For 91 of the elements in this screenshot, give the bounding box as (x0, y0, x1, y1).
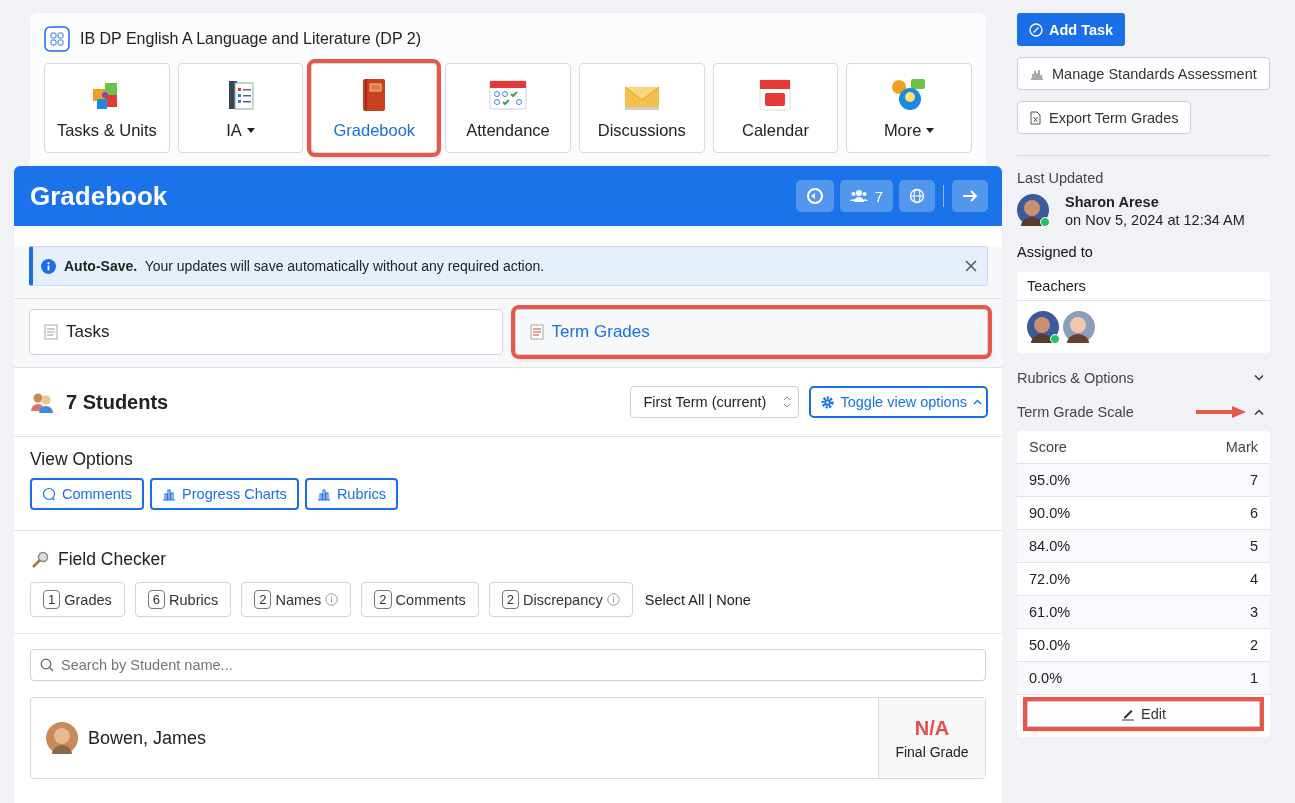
comment-icon (42, 487, 56, 501)
nav-tab[interactable]: Attendance (445, 63, 571, 153)
section-heading: Last Updated (1017, 170, 1104, 186)
pencil-icon (1121, 707, 1135, 721)
table-cell: 7 (1249, 472, 1258, 488)
document-icon (529, 324, 544, 340)
table-cell: 61.0% (1029, 604, 1071, 620)
table-cell: 6 (1249, 505, 1258, 521)
section-heading: View Options (30, 449, 134, 470)
table-cell: 5 (1249, 538, 1258, 554)
field-checker-chip[interactable]: 1 Grades (30, 582, 125, 617)
bar-chart-icon (1030, 67, 1044, 80)
edit-icon (1029, 22, 1043, 37)
table-cell: 50.0% (1029, 637, 1071, 653)
view-option-button[interactable]: Comments (30, 478, 145, 510)
students-heading: 7 Students (66, 390, 169, 414)
spinner-icon (782, 394, 793, 410)
info-icon (606, 593, 620, 606)
chevron-up-icon (973, 399, 982, 405)
avatar (46, 722, 78, 754)
avatar (1027, 311, 1059, 343)
tab[interactable]: Tasks (29, 309, 503, 355)
field-checker-chip[interactable]: 2 Comments (361, 582, 479, 617)
forward-button[interactable] (952, 180, 988, 212)
section-heading: Assigned to (1017, 244, 1093, 260)
add-task-button[interactable]: Add Task (1017, 13, 1126, 46)
sidebar-button[interactable]: Export Term Grades (1017, 101, 1192, 134)
select-all-link[interactable]: Select All (644, 591, 705, 608)
field-checker-chip[interactable]: 2 Discrepancy (488, 582, 633, 617)
document-icon (44, 324, 58, 340)
info-icon (325, 593, 339, 606)
nav-tab[interactable]: Tasks & Units (44, 63, 170, 153)
page-title: Gradebook (30, 180, 168, 212)
nav-tab[interactable]: Calendar (712, 63, 839, 153)
accordion-header[interactable]: Rubrics & Options (1017, 369, 1270, 387)
field-checker-chip[interactable]: 6 Rubrics (134, 582, 232, 617)
chevron-up-icon (1254, 409, 1264, 415)
table-cell: 1 (1249, 670, 1258, 686)
table-cell: 90.0% (1029, 505, 1071, 521)
avatar (1017, 194, 1049, 226)
sidebar-button[interactable]: Manage Standards Assessment (1017, 57, 1270, 90)
table-cell: 0.0% (1029, 670, 1063, 686)
group-title: Teachers (1017, 272, 1270, 301)
user-name: Sharon Arese (1065, 194, 1160, 210)
students-icon (30, 391, 54, 413)
caret-icon (926, 128, 935, 133)
column-header: Score (1029, 439, 1067, 455)
arrow-right-icon (962, 189, 978, 203)
student-name: Bowen, James (88, 727, 207, 749)
nav-tab[interactable]: IA (177, 63, 304, 153)
chat-button[interactable] (795, 180, 834, 212)
apps-icon[interactable] (44, 26, 70, 52)
toggle-view-options-button[interactable]: Toggle view options (809, 386, 988, 418)
table-cell: 3 (1249, 604, 1258, 620)
table-cell: 4 (1249, 571, 1258, 587)
term-select[interactable]: First Term (current) (630, 386, 800, 418)
calendar-grid-icon (488, 77, 528, 113)
bar-chart-icon (316, 487, 331, 501)
notice-text: Auto-Save. Your updates will save automatically without any required action. (64, 258, 546, 274)
column-header: Mark (1225, 439, 1258, 455)
search-field[interactable]: Search by Student name... (30, 649, 986, 681)
separator: | (708, 591, 713, 608)
view-option-button[interactable]: Rubrics (304, 478, 399, 510)
bar-chart-icon (162, 487, 177, 501)
avatar (1063, 311, 1095, 343)
info-icon (41, 258, 56, 274)
calendar-icon (757, 77, 794, 113)
table-cell: 2 (1249, 637, 1258, 653)
table-cell: 72.0% (1029, 571, 1071, 587)
caret-icon (246, 128, 255, 133)
update-date: on Nov 5, 2024 at 12:34 AM (1065, 212, 1245, 228)
close-icon[interactable] (965, 260, 977, 272)
chevron-down-icon (1254, 375, 1264, 381)
globe-icon (909, 188, 925, 204)
nav-tab[interactable]: Discussions (578, 63, 705, 153)
accordion-header[interactable]: Term Grade Scale (1017, 403, 1270, 421)
view-option-button[interactable]: Progress Charts (150, 478, 299, 510)
gear-icon (821, 395, 835, 409)
table-cell: 84.0% (1029, 538, 1071, 554)
table-cell: 95.0% (1029, 472, 1071, 488)
final-grade-value: N/A (914, 716, 950, 740)
final-grade-label: Final Grade (895, 743, 969, 760)
spreadsheet-file-icon (1030, 110, 1041, 125)
section-heading: Field Checker (58, 549, 166, 570)
nav-tab[interactable]: More (846, 63, 973, 153)
magnifier-icon (30, 550, 50, 569)
people-icon (849, 189, 868, 203)
select-none-link[interactable]: None (716, 591, 751, 608)
field-checker-chip[interactable]: 2 Names (241, 582, 352, 617)
globe-button[interactable] (899, 180, 935, 212)
course-title: IB DP English A Language and Literature (DP 2) (80, 30, 421, 48)
